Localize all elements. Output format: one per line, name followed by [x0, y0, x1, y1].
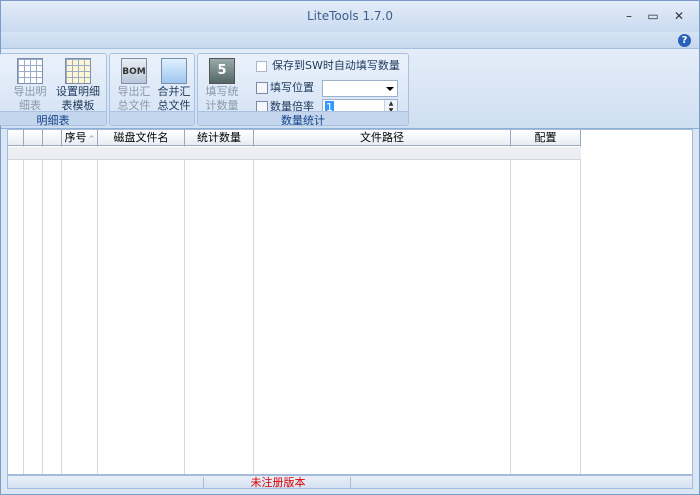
column-header-filename[interactable]: 磁盘文件名: [98, 130, 185, 146]
merge-summary-button[interactable]: 合并汇 总文件: [152, 58, 196, 112]
merge-icon: [161, 58, 187, 84]
fill-count-button[interactable]: 5 填写统 计数量: [200, 58, 244, 112]
maximize-button[interactable]: ▭: [641, 7, 665, 25]
table-grid: 序号 ^ 磁盘文件名 统计数量 文件路径 配置: [8, 130, 581, 474]
export-summary-button[interactable]: BOM 导出汇 总文件: [112, 58, 156, 112]
column-header-row-selector[interactable]: [8, 130, 24, 146]
bom-icon: BOM: [121, 58, 147, 84]
minimize-button[interactable]: –: [617, 7, 641, 25]
ribbon-group-quantity: 5 填写统 计数量 保存到SW时自动填写数量 填写位置 数量倍率 1 ▲▼ 数: [197, 53, 409, 127]
ribbon-group-bom-table: 导出明 细表 设置明细 表模板 明细表: [0, 53, 107, 127]
table-column: [8, 130, 24, 474]
column-header-path[interactable]: 文件路径: [254, 130, 511, 146]
auto-fill-option[interactable]: 保存到SW时自动填写数量: [256, 58, 400, 74]
filter-row[interactable]: [8, 147, 581, 160]
status-divider: [350, 477, 351, 488]
fill-position-dropdown[interactable]: [322, 80, 398, 97]
table-column: [43, 130, 62, 474]
table-column: [254, 130, 511, 474]
fill-position-row: 填写位置: [256, 80, 314, 96]
sort-indicator-icon: ^: [88, 135, 95, 143]
ribbon-group-summary: BOM 导出汇 总文件 合并汇 总文件: [109, 53, 195, 126]
ribbon: 导出明 细表 设置明细 表模板 明细表 BOM 导出汇 总文件 合并汇 总文件: [0, 49, 699, 129]
template-settings-button[interactable]: 设置明细 表模板: [56, 58, 100, 112]
window-title: LiteTools 1.7.0: [306, 9, 393, 23]
table-column: [24, 130, 43, 474]
group-label-bom-table: 明细表: [0, 111, 106, 127]
title-bar[interactable]: LiteTools 1.7.0 – ▭ ✕: [1, 1, 699, 32]
main-window: LiteTools 1.7.0 – ▭ ✕ ? 导出明 细表 设置明细 表模板 …: [0, 0, 700, 495]
table-export-icon: [17, 58, 43, 84]
status-divider: [203, 477, 204, 488]
file-table[interactable]: 序号 ^ 磁盘文件名 统计数量 文件路径 配置: [7, 129, 693, 475]
group-label-summary: [110, 111, 194, 125]
table-column: [62, 130, 98, 474]
table-column: [511, 130, 581, 474]
close-button[interactable]: ✕: [667, 7, 691, 25]
column-header-blank[interactable]: [24, 130, 43, 146]
column-header-count[interactable]: 统计数量: [185, 130, 254, 146]
group-label-quantity: 数量统计: [198, 111, 408, 127]
column-header-config[interactable]: 配置: [511, 130, 581, 146]
ribbon-tab-strip: ?: [1, 32, 699, 49]
column-header-index[interactable]: 序号 ^: [62, 130, 98, 146]
export-table-button[interactable]: 导出明 细表: [8, 58, 52, 112]
status-bar: 未注册版本: [7, 475, 693, 489]
template-settings-icon: [65, 58, 91, 84]
table-column: [185, 130, 254, 474]
column-header-blank-2[interactable]: [43, 130, 62, 146]
chevron-down-icon[interactable]: [386, 87, 394, 91]
fill-position-label: 填写位置: [270, 81, 314, 94]
auto-fill-label: 保存到SW时自动填写数量: [272, 59, 400, 72]
help-icon[interactable]: ?: [678, 34, 691, 47]
table-column: [98, 130, 185, 474]
count-five-icon: 5: [209, 58, 235, 84]
auto-fill-checkbox[interactable]: [256, 60, 267, 72]
registration-status: 未注册版本: [250, 476, 306, 489]
pencil-icon: [256, 82, 268, 94]
